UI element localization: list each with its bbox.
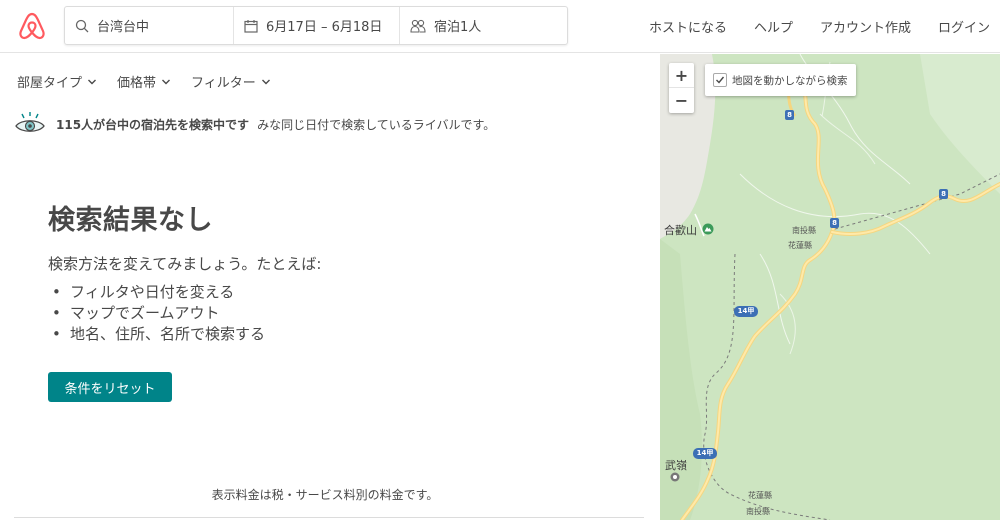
checkbox[interactable] <box>713 73 727 87</box>
place-label-mountain: 合歡山 <box>664 224 697 237</box>
divider <box>14 517 644 518</box>
rival-notice: 115人が台中の宿泊先を検索中です みな同じ日付で検索しているライバルです。 <box>14 111 495 137</box>
zoom-in-button[interactable]: + <box>669 63 694 88</box>
airbnb-logo-icon[interactable] <box>17 10 47 42</box>
place-label-town: 武嶺 <box>665 459 687 472</box>
map-panel[interactable]: + − 地図を動かしながら検索 合歡山 武嶺 南投縣 花蓮縣 花蓮縣 南投縣 8… <box>660 54 1000 520</box>
guests-value: 宿泊1人 <box>434 20 482 35</box>
location-value: 台湾台中 <box>97 20 150 35</box>
county-label: 南投縣 <box>792 226 816 235</box>
dates-value: 6月17日 – 6月18日 <box>266 20 383 35</box>
guests-icon <box>410 19 426 33</box>
chevron-down-icon <box>261 79 270 84</box>
mountain-marker-icon <box>702 223 714 235</box>
top-nav: ホストになる ヘルプ アカウント作成 ログイン <box>622 0 990 53</box>
chevron-down-icon <box>162 79 171 84</box>
filter-label: フィルター <box>191 76 256 91</box>
place-marker-icon <box>670 472 680 482</box>
no-results-subtitle: 検索方法を変えてみましょう。たとえば: <box>48 255 322 273</box>
zoom-out-button[interactable]: − <box>669 88 694 113</box>
filter-more[interactable]: フィルター <box>191 72 271 91</box>
filter-label: 部屋タイプ <box>17 76 83 91</box>
price-footnote: 表示料金は税・サービス料別の料金です。 <box>211 488 439 502</box>
dates-field[interactable]: 6月17日 – 6月18日 <box>234 7 400 44</box>
road-shield: 14甲 <box>734 306 758 317</box>
road-shield: 8 <box>939 189 948 199</box>
road-shield: 14甲 <box>693 448 717 459</box>
search-icon <box>75 19 89 32</box>
reset-filters-button[interactable]: 条件をリセット <box>48 372 172 402</box>
notice-text: みな同じ日付で検索しているライバルです。 <box>257 117 496 132</box>
county-label: 花蓮縣 <box>748 491 772 500</box>
list-item: フィルタや日付を変える <box>48 282 628 303</box>
no-results-panel: 検索結果なし 検索方法を変えてみましょう。たとえば: フィルタや日付を変える マ… <box>48 198 628 345</box>
nav-become-host[interactable]: ホストになる <box>649 17 727 36</box>
no-results-title: 検索結果なし <box>48 205 213 236</box>
eye-icon <box>15 112 45 132</box>
filter-bar: 部屋タイプ 価格帯 フィルター <box>17 72 291 91</box>
road-shield: 8 <box>785 110 794 120</box>
zoom-controls: + − <box>669 63 694 113</box>
location-field[interactable]: 台湾台中 <box>65 7 234 44</box>
nav-help[interactable]: ヘルプ <box>754 17 793 36</box>
guests-field[interactable]: 宿泊1人 <box>400 7 567 44</box>
top-header: 台湾台中 6月17日 – 6月18日 宿泊1人 ホストになる ヘルプ アカウント… <box>0 0 1000 53</box>
check-icon <box>716 76 725 84</box>
nav-sign-up[interactable]: アカウント作成 <box>820 17 911 36</box>
filter-label: 価格帯 <box>117 76 157 91</box>
filter-price[interactable]: 価格帯 <box>117 72 171 91</box>
tips-list: フィルタや日付を変える マップでズームアウト 地名、住所、名所で検索する <box>48 282 628 345</box>
list-item: マップでズームアウト <box>48 303 628 324</box>
search-as-move-toggle[interactable]: 地図を動かしながら検索 <box>705 64 856 96</box>
filter-room-type[interactable]: 部屋タイプ <box>17 72 97 91</box>
calendar-icon <box>244 19 258 33</box>
chevron-down-icon <box>88 79 97 84</box>
notice-bold: 115人が台中の宿泊先を検索中です <box>56 117 250 132</box>
nav-log-in[interactable]: ログイン <box>938 17 990 36</box>
list-item: 地名、住所、名所で検索する <box>48 324 628 345</box>
road-shield: 8 <box>830 218 839 228</box>
county-label: 花蓮縣 <box>788 241 812 250</box>
county-label: 南投縣 <box>746 507 770 516</box>
search-bar: 台湾台中 6月17日 – 6月18日 宿泊1人 <box>64 6 568 45</box>
search-as-move-label: 地図を動かしながら検索 <box>732 74 848 87</box>
